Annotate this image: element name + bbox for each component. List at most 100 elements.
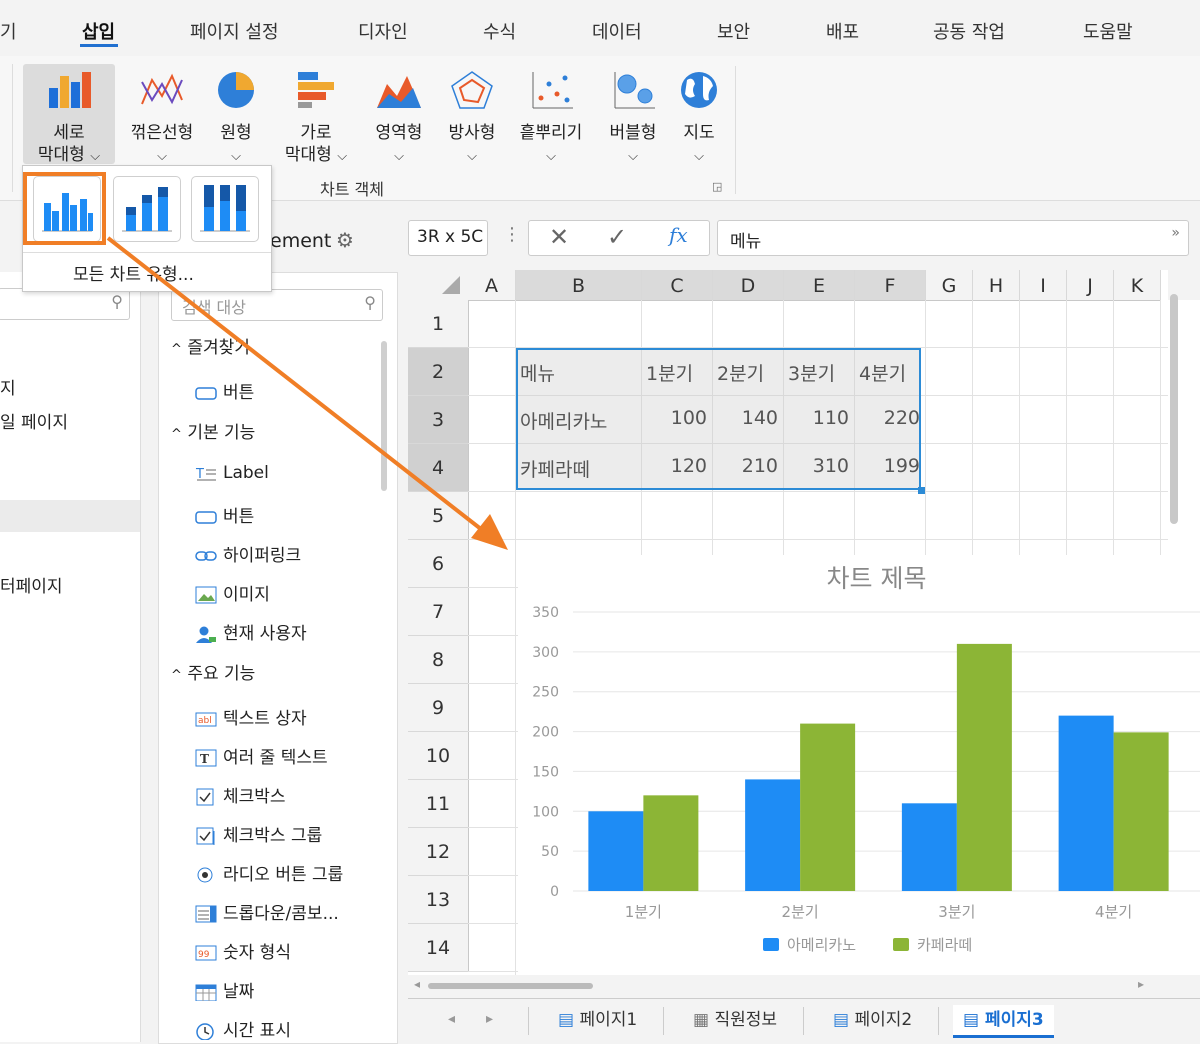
group-header-basic[interactable]: ^ 기본 기능 xyxy=(171,418,255,443)
column-header[interactable]: H xyxy=(973,270,1020,301)
name-box[interactable]: 3R x 5C xyxy=(408,220,488,256)
element-item-multiline-text[interactable]: T 여러 줄 텍스트 xyxy=(195,743,328,768)
gear-icon[interactable]: ⚙ xyxy=(336,228,354,252)
row-header[interactable]: 4 xyxy=(408,444,469,492)
element-item-hyperlink[interactable]: 하이퍼링크 xyxy=(195,541,301,566)
element-item-radio-group[interactable]: 라디오 버튼 그룹 xyxy=(195,860,343,885)
element-item-checkbox-group[interactable]: 체크박스 그룹 xyxy=(195,821,322,846)
row-header[interactable]: 13 xyxy=(408,876,469,924)
data-cell[interactable]: 210 xyxy=(713,455,778,477)
data-cell[interactable]: 120 xyxy=(642,455,707,477)
all-chart-types-link[interactable]: 모든 차트 유형... xyxy=(73,260,194,285)
page-list-item[interactable]: 일 페이지 xyxy=(0,408,68,433)
row-header[interactable]: 7 xyxy=(408,588,469,636)
data-cell[interactable]: 310 xyxy=(784,455,849,477)
column-header[interactable]: E xyxy=(784,270,855,301)
formula-input[interactable]: 메뉴 » xyxy=(717,220,1189,256)
header-cell[interactable]: 2분기 xyxy=(717,359,764,386)
bar-chart-button[interactable]: 가로 막대형 ⌵ xyxy=(278,64,354,165)
percent-stacked-column-option[interactable] xyxy=(191,176,259,242)
more-options-icon[interactable]: ⋮ xyxy=(503,224,521,245)
scatter-chart-button[interactable]: 흩뿌리기 ⌵ xyxy=(512,64,590,164)
area-chart-button[interactable]: 영역형 ⌵ xyxy=(367,64,431,164)
column-header[interactable]: I xyxy=(1020,270,1067,301)
menu-item-design[interactable]: 디자인 xyxy=(358,18,408,44)
row-header[interactable]: 14 xyxy=(408,924,469,972)
tab-page3[interactable]: ▤ 페이지3 xyxy=(953,1005,1054,1038)
row-header[interactable]: 3 xyxy=(408,396,469,444)
element-item-button[interactable]: 버튼 xyxy=(195,502,254,527)
row-header[interactable]: 10 xyxy=(408,732,469,780)
tab-scroll-right-icon[interactable]: ▸ xyxy=(486,1011,493,1027)
spreadsheet[interactable]: ABCDEFGHIJK 1 2 3 4 5 6 7 8 9 10 11 12 13 14 메뉴 1분기 2분기… xyxy=(408,270,1200,975)
menu-item-deploy[interactable]: 배포 xyxy=(826,18,859,44)
data-cell[interactable]: 100 xyxy=(642,407,707,429)
page-search-input[interactable]: ⚲ xyxy=(0,288,130,320)
header-cell[interactable]: 1분기 xyxy=(646,359,693,386)
element-item-button[interactable]: 버튼 xyxy=(195,378,254,403)
page-list-item[interactable]: 지 xyxy=(0,374,16,399)
header-cell[interactable]: 4분기 xyxy=(859,359,906,386)
horizontal-scrollbar-thumb[interactable] xyxy=(428,983,593,989)
element-item-date[interactable]: 날짜 xyxy=(195,977,254,1002)
element-item-label[interactable]: T Label xyxy=(195,463,269,483)
bubble-chart-button[interactable]: 버블형 ⌵ xyxy=(600,64,666,164)
scroll-left-icon[interactable]: ◂ xyxy=(414,977,420,991)
row-header[interactable]: 9 xyxy=(408,684,469,732)
fill-handle[interactable] xyxy=(918,487,925,494)
column-header[interactable]: K xyxy=(1114,270,1161,301)
column-header[interactable]: G xyxy=(926,270,973,301)
data-cell[interactable]: 카페라떼 xyxy=(520,455,590,482)
menu-item-insert[interactable]: 삽입 xyxy=(82,18,115,44)
element-item-checkbox[interactable]: 체크박스 xyxy=(195,782,286,807)
stacked-column-option[interactable] xyxy=(113,176,181,242)
column-chart-button[interactable]: 세로 막대형 ⌵ xyxy=(23,64,115,165)
row-header[interactable]: 2 xyxy=(408,348,469,396)
menu-item-partial[interactable]: 기 xyxy=(0,18,17,44)
radar-chart-button[interactable]: 방사형 ⌵ xyxy=(440,64,504,164)
dialog-launcher-icon[interactable]: ◲ xyxy=(712,180,722,193)
line-chart-button[interactable]: 꺾은선형 ⌵ xyxy=(125,64,199,164)
data-cell[interactable]: 199 xyxy=(855,455,920,477)
menu-item-formula[interactable]: 수식 xyxy=(483,18,516,44)
menu-item-security[interactable]: 보안 xyxy=(717,18,750,44)
map-chart-button[interactable]: 지도 ⌵ xyxy=(672,64,726,164)
data-cell[interactable]: 220 xyxy=(855,407,920,429)
data-cell[interactable]: 아메리카노 xyxy=(520,407,607,434)
function-icon[interactable]: fx xyxy=(669,223,688,247)
row-header[interactable]: 12 xyxy=(408,828,469,876)
tab-employee-info[interactable]: ▦ 직원정보 xyxy=(693,1005,777,1035)
page-list-selected-row[interactable] xyxy=(0,500,140,532)
horizontal-scrollbar[interactable]: ◂ ▸ xyxy=(408,975,1200,997)
element-item-image[interactable]: 이미지 xyxy=(195,580,270,605)
column-header[interactable]: A xyxy=(468,270,516,301)
expand-icon[interactable]: » xyxy=(1171,225,1180,241)
row-header[interactable]: 11 xyxy=(408,780,469,828)
tab-page2[interactable]: ▤ 페이지2 xyxy=(833,1005,912,1035)
row-header[interactable]: 5 xyxy=(408,492,469,540)
header-cell[interactable]: 메뉴 xyxy=(520,359,555,386)
group-header-main[interactable]: ^ 주요 기능 xyxy=(171,659,255,684)
element-item-dropdown[interactable]: 드롭다운/콤보... xyxy=(195,899,339,924)
row-header[interactable]: 6 xyxy=(408,540,469,588)
header-cell[interactable]: 3분기 xyxy=(788,359,835,386)
select-all-corner[interactable] xyxy=(408,270,469,301)
scrollbar-thumb[interactable] xyxy=(381,341,387,491)
tab-scroll-left-icon[interactable]: ◂ xyxy=(448,1011,455,1027)
menu-item-help[interactable]: 도움말 xyxy=(1083,18,1133,44)
column-header[interactable]: J xyxy=(1067,270,1114,301)
element-item-current-user[interactable]: 현재 사용자 xyxy=(195,619,307,644)
row-header[interactable]: 8 xyxy=(408,636,469,684)
cancel-icon[interactable]: ✕ xyxy=(549,223,569,251)
element-item-number-format[interactable]: 99 숫자 형식 xyxy=(195,938,291,963)
column-header[interactable]: F xyxy=(855,270,926,301)
vertical-scrollbar-thumb[interactable] xyxy=(1170,294,1178,524)
row-header[interactable]: 1 xyxy=(408,300,469,348)
data-cell[interactable]: 140 xyxy=(713,407,778,429)
column-header[interactable]: B xyxy=(516,270,642,301)
column-chart[interactable]: 차트 제목 0 50 100 150 200 250 300 350 1분기 2분기 3분기 4분기아메… xyxy=(518,555,1200,975)
data-cell[interactable]: 110 xyxy=(784,407,849,429)
element-item-time[interactable]: 시간 표시 xyxy=(195,1016,291,1041)
menu-item-collaboration[interactable]: 공동 작업 xyxy=(933,18,1005,44)
menu-item-data[interactable]: 데이터 xyxy=(592,18,642,44)
